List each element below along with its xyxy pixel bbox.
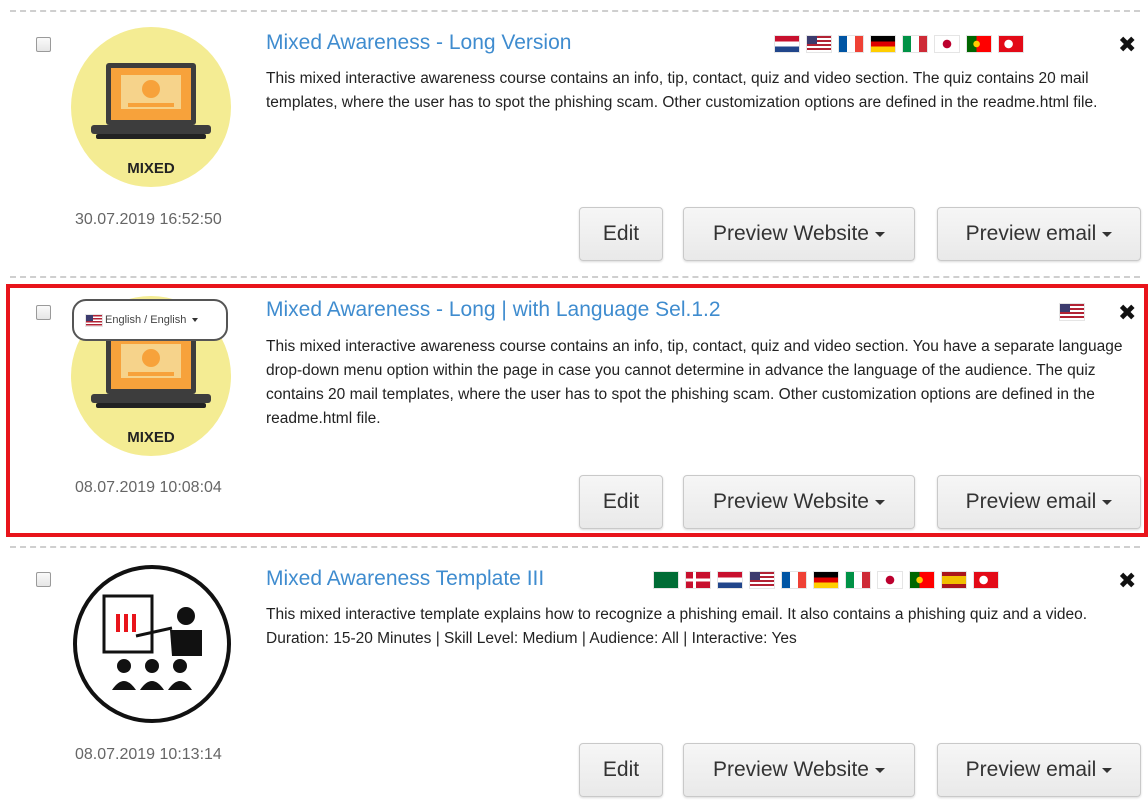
course-description: This mixed interactive awareness course … xyxy=(266,70,1098,111)
preview-website-label: Preview Website xyxy=(712,758,869,781)
preview-email-button[interactable]: Preview email xyxy=(937,475,1141,529)
language-selector[interactable]: English / English xyxy=(72,299,228,341)
flag-nl-icon[interactable] xyxy=(718,572,742,588)
close-icon[interactable]: ✖ xyxy=(1118,302,1136,324)
course-description: This mixed interactive template explains… xyxy=(266,606,1088,647)
flag-it-icon[interactable] xyxy=(903,36,927,52)
separator xyxy=(10,276,1140,278)
date-label: 08.07.2019 10:08:04 xyxy=(75,479,222,496)
flag-it-icon[interactable] xyxy=(846,572,870,588)
flag-nl-icon[interactable] xyxy=(775,36,799,52)
edit-button[interactable]: Edit xyxy=(579,207,663,261)
select-checkbox[interactable] xyxy=(36,572,51,587)
course-card: MIXED 30.07.2019 16:52:50 Mixed Awarenes… xyxy=(0,0,1148,276)
course-title[interactable]: Mixed Awareness Template III xyxy=(266,567,544,591)
thumbnail-label: MIXED xyxy=(127,160,175,177)
flag-pt-icon[interactable] xyxy=(967,36,991,52)
language-flags xyxy=(775,36,1023,52)
flag-jp-icon[interactable] xyxy=(878,572,902,588)
course-title[interactable]: Mixed Awareness - Long | with Language S… xyxy=(266,298,721,322)
separator xyxy=(10,546,1140,548)
language-selector-label: English / English xyxy=(105,314,187,326)
flag-de-icon[interactable] xyxy=(871,36,895,52)
preview-website-label: Preview Website xyxy=(712,222,869,245)
caret-down-icon xyxy=(875,499,885,505)
select-checkbox[interactable] xyxy=(36,305,51,320)
flag-us-icon[interactable] xyxy=(807,36,831,52)
preview-website-button[interactable]: Preview Website xyxy=(683,743,915,797)
edit-button[interactable]: Edit xyxy=(579,475,663,529)
preview-email-button[interactable]: Preview email xyxy=(937,743,1141,797)
flag-es-icon[interactable] xyxy=(942,572,966,588)
flag-dk-icon[interactable] xyxy=(686,572,710,588)
preview-website-button[interactable]: Preview Website xyxy=(683,475,915,529)
flag-sa-icon[interactable] xyxy=(654,572,678,588)
flag-us-icon[interactable] xyxy=(1060,304,1084,320)
edit-label: Edit xyxy=(602,490,640,513)
flag-fr-icon[interactable] xyxy=(839,36,863,52)
preview-website-label: Preview Website xyxy=(712,490,869,513)
preview-email-label: Preview email xyxy=(965,490,1097,513)
date-label: 08.07.2019 10:13:14 xyxy=(75,746,222,763)
thumbnail-label: MIXED xyxy=(127,429,175,446)
flag-de-icon[interactable] xyxy=(814,572,838,588)
select-checkbox[interactable] xyxy=(36,37,51,52)
caret-down-icon xyxy=(1102,499,1113,505)
flag-tr-icon[interactable] xyxy=(974,572,998,588)
course-description: This mixed interactive awareness course … xyxy=(266,338,1123,427)
preview-email-label: Preview email xyxy=(965,222,1097,245)
edit-label: Edit xyxy=(602,222,640,245)
course-title[interactable]: Mixed Awareness - Long Version xyxy=(266,31,571,55)
language-flags xyxy=(1060,304,1084,320)
edit-button[interactable]: Edit xyxy=(579,743,663,797)
caret-down-icon xyxy=(875,767,885,773)
language-flags xyxy=(654,572,998,588)
laptop-thumbnail: MIXED xyxy=(71,27,231,187)
caret-down-icon xyxy=(1102,767,1113,773)
caret-down-icon xyxy=(875,231,885,237)
preview-email-button[interactable]: Preview email xyxy=(937,207,1141,261)
presentation-thumbnail xyxy=(72,564,232,724)
caret-down-icon xyxy=(192,318,199,322)
close-icon[interactable]: ✖ xyxy=(1118,570,1136,592)
flag-us-icon[interactable] xyxy=(750,572,774,588)
flag-us-icon xyxy=(86,314,102,326)
edit-label: Edit xyxy=(602,758,640,781)
flag-jp-icon[interactable] xyxy=(935,36,959,52)
flag-tr-icon[interactable] xyxy=(999,36,1023,52)
preview-email-label: Preview email xyxy=(965,758,1097,781)
close-icon[interactable]: ✖ xyxy=(1118,34,1136,56)
preview-website-button[interactable]: Preview Website xyxy=(683,207,915,261)
date-label: 30.07.2019 16:52:50 xyxy=(75,211,222,228)
flag-fr-icon[interactable] xyxy=(782,572,806,588)
caret-down-icon xyxy=(1102,231,1113,237)
flag-pt-icon[interactable] xyxy=(910,572,934,588)
